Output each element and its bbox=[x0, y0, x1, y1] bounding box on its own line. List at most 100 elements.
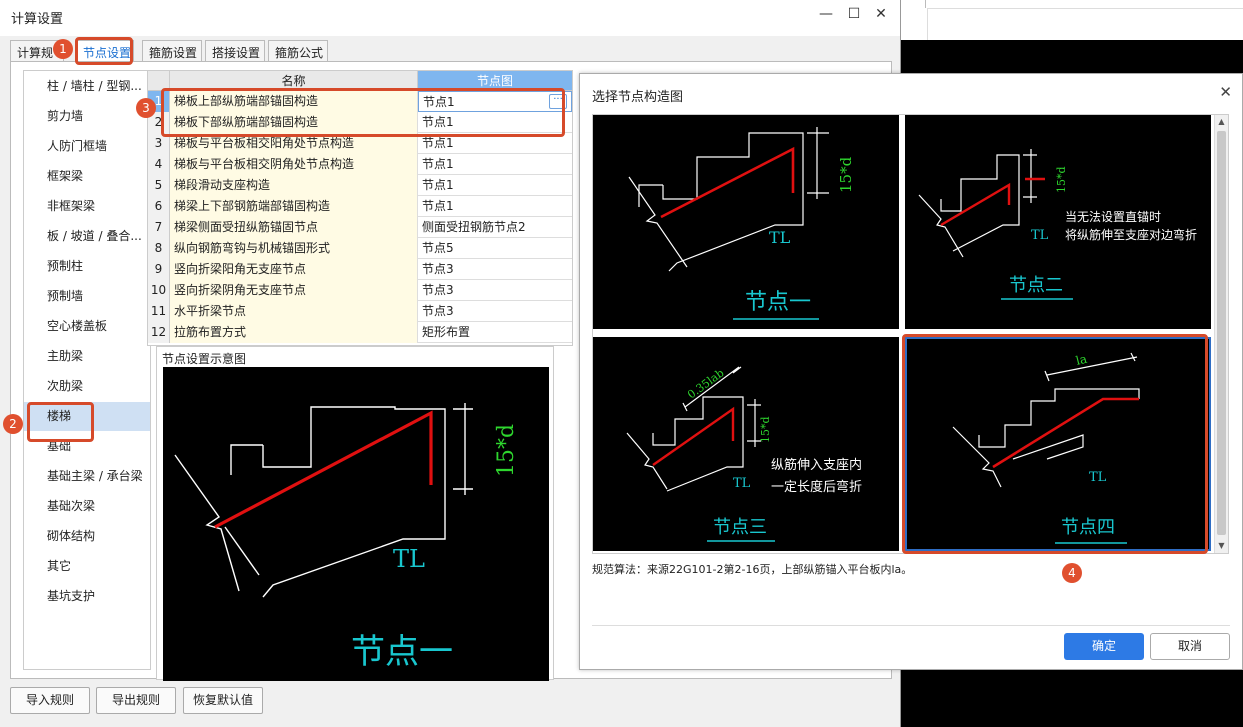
list-item[interactable]: 非框架梁 bbox=[24, 192, 150, 221]
node-2-note-2: 将纵筋伸至支座对边弯折 bbox=[1065, 227, 1197, 242]
row-number: 12 bbox=[148, 322, 170, 343]
node-2-dim-label: 15*d bbox=[1055, 166, 1068, 193]
row-name: 竖向折梁阴角无支座节点 bbox=[170, 280, 418, 301]
node-1-dim-label: 15*d bbox=[837, 156, 855, 193]
row-node-value[interactable]: 节点3 bbox=[418, 301, 572, 322]
thumbnail-scrollbar[interactable]: ▲ ▼ bbox=[1214, 115, 1228, 553]
annotation-box-4 bbox=[902, 334, 1208, 554]
list-item[interactable]: 框架梁 bbox=[24, 162, 150, 191]
scroll-up-icon[interactable]: ▲ bbox=[1215, 115, 1228, 129]
import-rules-button[interactable]: 导入规则 bbox=[10, 687, 90, 714]
background-window-top bbox=[900, 0, 1243, 40]
export-rules-button[interactable]: 导出规则 bbox=[96, 687, 176, 714]
node-3-dim-label: 15*d bbox=[759, 416, 772, 443]
node-2-drawing: TL 15*d 当无法设置直锚时 将纵筋伸至支座对边弯折 节点二 bbox=[918, 149, 1197, 300]
row-name: 梯梁侧面受扭纵筋锚固节点 bbox=[170, 217, 418, 238]
preview-beam-label: TL bbox=[393, 545, 425, 573]
annotation-badge-3: 3 bbox=[136, 98, 156, 118]
node-1-beam-label: TL bbox=[769, 228, 791, 247]
table-row[interactable]: 11 水平折梁节点 节点3 bbox=[148, 301, 572, 322]
list-item[interactable]: 基坑支护 bbox=[24, 582, 150, 611]
list-item[interactable]: 板 / 坡道 / 叠合... bbox=[24, 222, 150, 251]
node-3-beam-label: TL bbox=[733, 476, 751, 491]
divider bbox=[592, 625, 1230, 626]
node-1-drawing: TL 15*d 节点一 bbox=[628, 127, 855, 320]
preview-label: 节点设置示意图 bbox=[162, 352, 247, 366]
row-number: 7 bbox=[148, 217, 170, 238]
row-number: 4 bbox=[148, 154, 170, 175]
annotation-badge-2: 2 bbox=[3, 414, 23, 434]
list-item[interactable]: 人防门框墙 bbox=[24, 132, 150, 161]
tab-stirrup-formula[interactable]: 箍筋公式 bbox=[268, 40, 328, 62]
node-2-caption: 节点二 bbox=[1009, 275, 1063, 296]
component-list: 柱 / 墙柱 / 型钢... 剪力墙 人防门框墙 框架梁 非框架梁 板 / 坡道… bbox=[23, 70, 151, 670]
table-row[interactable]: 8 纵向钢筋弯钩与机械锚固形式 节点5 bbox=[148, 238, 572, 259]
ok-button[interactable]: 确定 bbox=[1064, 633, 1144, 660]
row-name: 拉筋布置方式 bbox=[170, 322, 418, 343]
table-row[interactable]: 7 梯梁侧面受扭纵筋锚固节点 侧面受扭钢筋节点2 bbox=[148, 217, 572, 238]
list-item[interactable]: 砌体结构 bbox=[24, 522, 150, 551]
annotation-box-1 bbox=[75, 37, 133, 65]
row-node-value[interactable]: 节点3 bbox=[418, 259, 572, 280]
preview-image: TL 15*d 节点一 bbox=[163, 367, 549, 681]
scrollbar-thumb[interactable] bbox=[1217, 131, 1226, 535]
row-node-value[interactable]: 节点5 bbox=[418, 238, 572, 259]
table-row[interactable]: 10 竖向折梁阴角无支座节点 节点3 bbox=[148, 280, 572, 301]
node-3-note-1: 纵筋伸入支座内 bbox=[771, 457, 862, 473]
annotation-badge-1: 1 bbox=[53, 39, 73, 59]
row-name: 梯段滑动支座构造 bbox=[170, 175, 418, 196]
row-name: 竖向折梁阳角无支座节点 bbox=[170, 259, 418, 280]
list-item[interactable]: 次肋梁 bbox=[24, 372, 150, 401]
node-thumbnail-2[interactable]: TL 15*d 当无法设置直锚时 将纵筋伸至支座对边弯折 节点二 bbox=[905, 115, 1211, 329]
tab-stirrup-settings[interactable]: 箍筋设置 bbox=[142, 40, 202, 62]
cancel-button[interactable]: 取消 bbox=[1150, 633, 1230, 660]
title-bar: 计算设置 — ☐ ✕ bbox=[0, 0, 900, 36]
scroll-down-icon[interactable]: ▼ bbox=[1215, 539, 1228, 553]
preview-drawing: TL 15*d 节点一 bbox=[174, 403, 519, 672]
list-item[interactable]: 其它 bbox=[24, 552, 150, 581]
minimize-icon[interactable]: — bbox=[817, 6, 835, 22]
table-row[interactable]: 12 拉筋布置方式 矩形布置 bbox=[148, 322, 572, 343]
list-item[interactable]: 基础次梁 bbox=[24, 492, 150, 521]
rule-note: 规范算法：来源22G101-2第2-16页，上部纵筋锚入平台板内la。 bbox=[592, 563, 913, 576]
list-item[interactable]: 基础主梁 / 承台梁 bbox=[24, 462, 150, 491]
row-node-value[interactable]: 侧面受扭钢筋节点2 bbox=[418, 217, 572, 238]
annotation-badge-4: 4 bbox=[1062, 563, 1082, 583]
row-node-value[interactable]: 节点1 bbox=[418, 175, 572, 196]
list-item[interactable]: 剪力墙 bbox=[24, 102, 150, 131]
node-1-caption: 节点一 bbox=[745, 290, 811, 315]
row-node-value[interactable]: 节点1 bbox=[418, 154, 572, 175]
table-row[interactable]: 9 竖向折梁阳角无支座节点 节点3 bbox=[148, 259, 572, 280]
preview-dim-label: 15*d bbox=[494, 424, 519, 477]
list-item[interactable]: 预制墙 bbox=[24, 282, 150, 311]
node-thumbnail-1[interactable]: TL 15*d 节点一 bbox=[593, 115, 899, 329]
row-number: 6 bbox=[148, 196, 170, 217]
list-item[interactable]: 预制柱 bbox=[24, 252, 150, 281]
row-name: 水平折梁节点 bbox=[170, 301, 418, 322]
annotation-box-2 bbox=[27, 402, 94, 442]
dialog-close-icon[interactable]: ✕ bbox=[1219, 83, 1232, 101]
row-node-value[interactable]: 矩形布置 bbox=[418, 322, 572, 343]
restore-defaults-button[interactable]: 恢复默认值 bbox=[183, 687, 263, 714]
list-item[interactable]: 主肋梁 bbox=[24, 342, 150, 371]
close-icon[interactable]: ✕ bbox=[872, 6, 890, 22]
node-2-note-1: 当无法设置直锚时 bbox=[1065, 209, 1161, 224]
node-3-dim2-label: 0.35lab bbox=[685, 366, 726, 401]
table-row[interactable]: 5 梯段滑动支座构造 节点1 bbox=[148, 175, 572, 196]
row-node-value[interactable]: 节点1 bbox=[418, 196, 572, 217]
node-thumbnail-3[interactable]: 0.35lab 15*d TL 纵筋伸入支座内 一定长度后弯折 节点三 bbox=[593, 337, 899, 551]
table-row[interactable]: 6 梯梁上下部钢筋端部锚固构造 节点1 bbox=[148, 196, 572, 217]
row-number: 8 bbox=[148, 238, 170, 259]
row-node-value[interactable]: 节点3 bbox=[418, 280, 572, 301]
table-row[interactable]: 4 梯板与平台板相交阴角处节点构造 节点1 bbox=[148, 154, 572, 175]
node-2-beam-label: TL bbox=[1031, 228, 1049, 243]
row-number: 5 bbox=[148, 175, 170, 196]
node-3-note-2: 一定长度后弯折 bbox=[771, 479, 862, 495]
dialog-title: 选择节点构造图 bbox=[592, 90, 684, 105]
row-number: 10 bbox=[148, 280, 170, 301]
window-title: 计算设置 bbox=[11, 12, 64, 27]
list-item[interactable]: 柱 / 墙柱 / 型钢... bbox=[24, 72, 150, 101]
maximize-icon[interactable]: ☐ bbox=[845, 6, 863, 22]
list-item[interactable]: 空心楼盖板 bbox=[24, 312, 150, 341]
tab-lap-settings[interactable]: 搭接设置 bbox=[205, 40, 265, 62]
